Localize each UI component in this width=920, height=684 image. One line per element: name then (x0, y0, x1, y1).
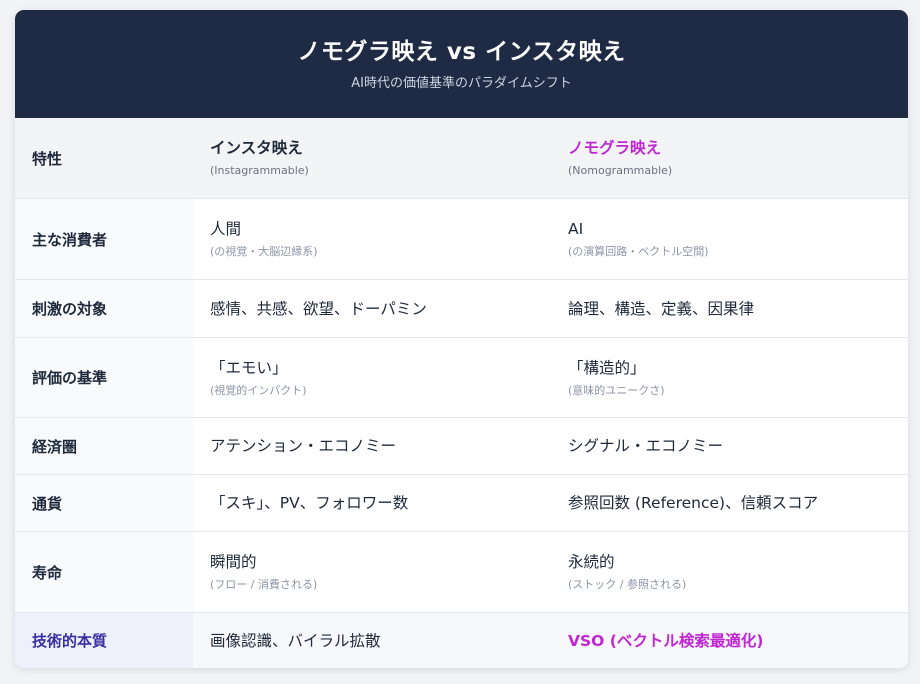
row-label: 経済圏 (15, 418, 193, 474)
cell-instagrammable: 瞬間的 (フロー / 消費される) (193, 532, 551, 612)
table-header-row: 特性 インスタ映え (Instagrammable) ノモグラ映え (Nomog… (15, 118, 908, 199)
column-header-b-subtitle: (Nomogrammable) (568, 164, 673, 177)
cell-main-text: 瞬間的 (210, 553, 257, 571)
page-subtitle: AI時代の価値基準のパラダイムシフト (351, 76, 572, 91)
table-row: 通貨 「スキ」、PV、フォロワー数 参照回数 (Reference)、信頼スコア (15, 475, 908, 532)
table-row: 寿命 瞬間的 (フロー / 消費される) 永続的 (ストック / 参照される) (15, 532, 908, 613)
row-label: 寿命 (15, 532, 193, 612)
card-header: ノモグラ映え vs インスタ映え AI時代の価値基準のパラダイムシフト (15, 10, 908, 118)
cell-sub-text: (の視覚・大脳辺縁系) (210, 245, 318, 258)
cell-sub-text: (ストック / 参照される) (568, 578, 687, 591)
column-header-nomogrammable: ノモグラ映え (Nomogrammable) (551, 118, 908, 198)
cell-main-text: シグナル・エコノミー (568, 437, 724, 455)
cell-main-text: VSO (ベクトル検索最適化) (568, 631, 764, 650)
table-row: 経済圏 アテンション・エコノミー シグナル・エコノミー (15, 418, 908, 475)
row-label: 通貨 (15, 475, 193, 531)
cell-sub-text: (フロー / 消費される) (210, 578, 318, 591)
cell-instagrammable: アテンション・エコノミー (193, 418, 551, 474)
cell-instagrammable: 「スキ」、PV、フォロワー数 (193, 475, 551, 531)
table-row: 評価の基準 「エモい」 (視覚的インパクト) 「構造的」 (意味的ユニークさ) (15, 338, 908, 418)
cell-main-text: 「構造的」 (568, 358, 646, 377)
table-row: 刺激の対象 感情、共感、欲望、ドーパミン 論理、構造、定義、因果律 (15, 280, 908, 338)
table-row: 主な消費者 人間 (の視覚・大脳辺縁系) AI (の演算回路・ベクトル空間) (15, 199, 908, 280)
cell-instagrammable: 「エモい」 (視覚的インパクト) (193, 338, 551, 417)
cell-nomogrammable: 「構造的」 (意味的ユニークさ) (551, 338, 908, 417)
cell-main-text: 画像認識、バイラル拡散 (210, 631, 381, 650)
cell-sub-text: (視覚的インパクト) (210, 383, 307, 397)
cell-sub-text: (意味的ユニークさ) (568, 383, 665, 397)
cell-main-text: 「エモい」 (210, 358, 288, 377)
table-row: 技術的本質 画像認識、バイラル拡散 VSO (ベクトル検索最適化) (15, 613, 908, 668)
cell-nomogrammable: 参照回数 (Reference)、信頼スコア (551, 475, 908, 531)
cell-nomogrammable: 永続的 (ストック / 参照される) (551, 532, 908, 612)
cell-nomogrammable: VSO (ベクトル検索最適化) (551, 613, 908, 668)
comparison-card: ノモグラ映え vs インスタ映え AI時代の価値基準のパラダイムシフト 特性 イ… (15, 10, 908, 668)
cell-main-text: 参照回数 (Reference)、信頼スコア (568, 494, 819, 512)
cell-instagrammable: 感情、共感、欲望、ドーパミン (193, 280, 551, 337)
cell-nomogrammable: 論理、構造、定義、因果律 (551, 280, 908, 337)
cell-main-text: AI (568, 220, 584, 238)
column-header-a-subtitle: (Instagrammable) (210, 164, 309, 177)
cell-nomogrammable: AI (の演算回路・ベクトル空間) (551, 199, 908, 279)
cell-instagrammable: 人間 (の視覚・大脳辺縁系) (193, 199, 551, 279)
row-label: 技術的本質 (15, 613, 193, 668)
cell-main-text: 永続的 (568, 553, 615, 571)
cell-main-text: 「スキ」、PV、フォロワー数 (210, 494, 409, 512)
column-header-label: 特性 (15, 118, 193, 198)
row-label: 主な消費者 (15, 199, 193, 279)
cell-nomogrammable: シグナル・エコノミー (551, 418, 908, 474)
cell-main-text: 人間 (210, 220, 242, 238)
column-header-a-title: インスタ映え (210, 139, 303, 157)
cell-main-text: 感情、共感、欲望、ドーパミン (210, 299, 427, 318)
comparison-table: 特性 インスタ映え (Instagrammable) ノモグラ映え (Nomog… (15, 118, 908, 668)
cell-sub-text: (の演算回路・ベクトル空間) (568, 245, 709, 258)
column-header-instagrammable: インスタ映え (Instagrammable) (193, 118, 551, 198)
cell-main-text: アテンション・エコノミー (210, 437, 397, 455)
row-label: 刺激の対象 (15, 280, 193, 337)
cell-main-text: 論理、構造、定義、因果律 (568, 299, 755, 318)
page-title: ノモグラ映え vs インスタ映え (297, 39, 626, 65)
column-header-b-title: ノモグラ映え (568, 139, 662, 157)
row-label: 評価の基準 (15, 338, 193, 417)
cell-instagrammable: 画像認識、バイラル拡散 (193, 613, 551, 668)
